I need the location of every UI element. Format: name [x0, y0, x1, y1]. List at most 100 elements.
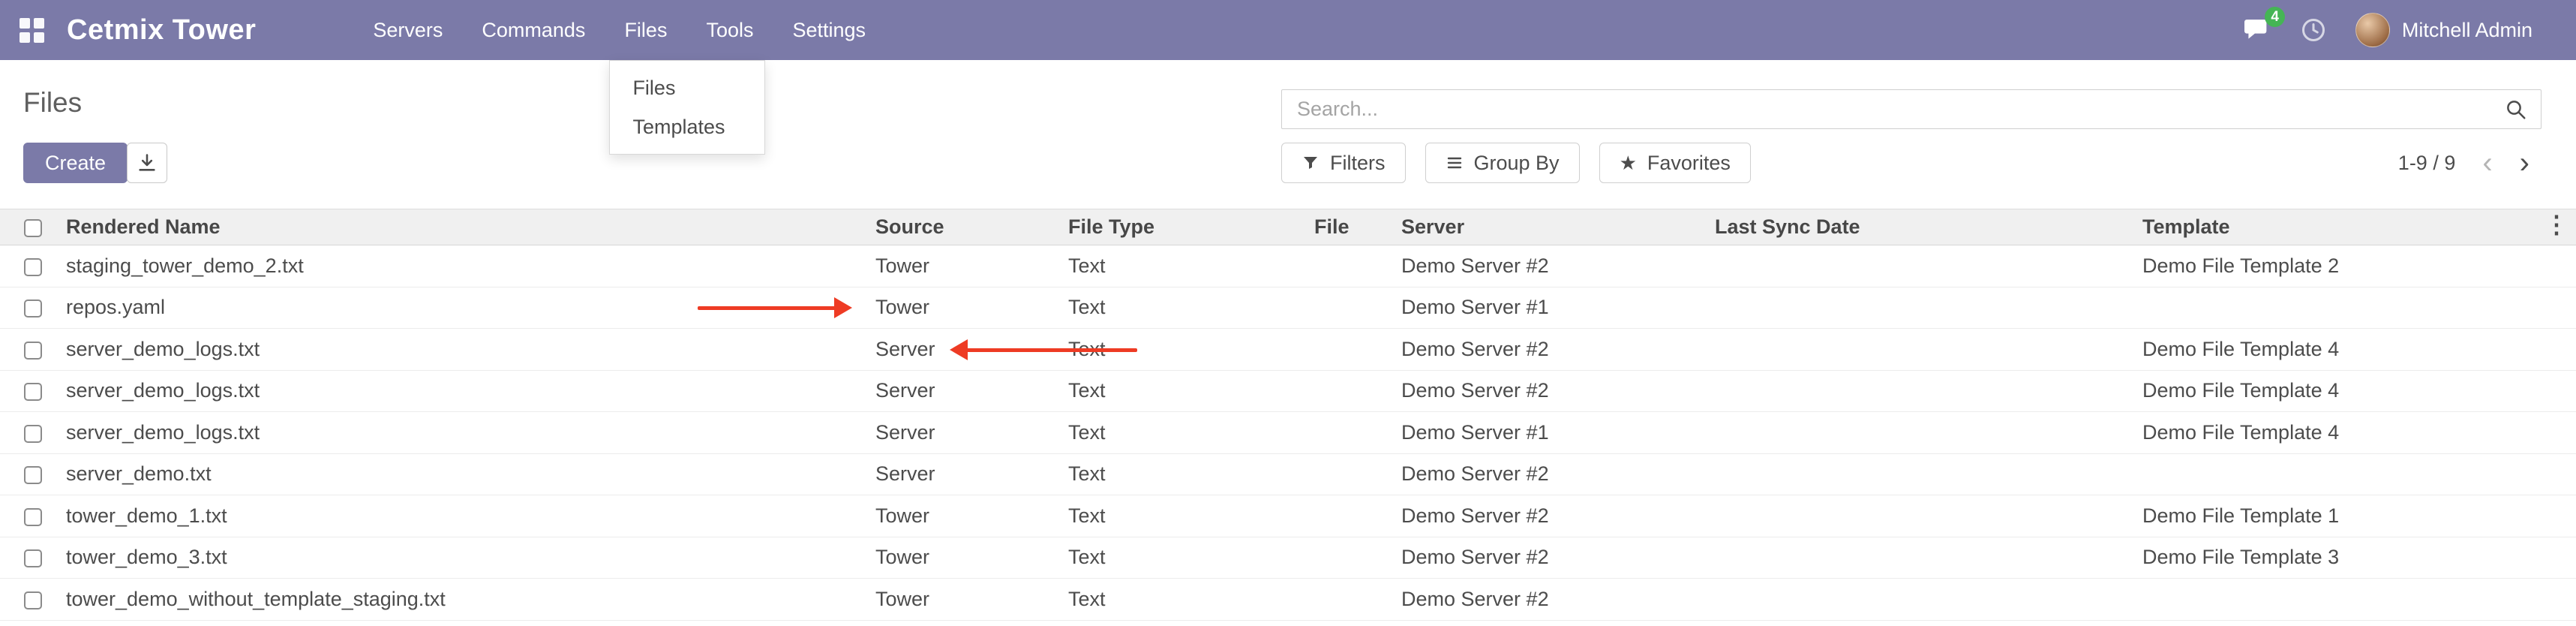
apps-grid-icon[interactable]: [20, 18, 44, 43]
cell-file-type[interactable]: Text: [1068, 537, 1314, 579]
table-row[interactable]: tower_demo_1.txtTowerTextDemo Server #2D…: [0, 495, 2576, 537]
row-checkbox[interactable]: [24, 299, 42, 318]
select-all-header[interactable]: [0, 209, 66, 245]
nav-menu-servers[interactable]: Servers: [368, 0, 447, 60]
row-checkbox[interactable]: [24, 425, 42, 443]
cell-source[interactable]: Server: [875, 370, 1068, 412]
row-select-cell[interactable]: [0, 537, 66, 579]
pager-next-button[interactable]: ›: [2520, 148, 2529, 178]
cell-template[interactable]: Demo File Template 4: [2142, 412, 2576, 454]
nav-menu-tools[interactable]: Tools: [701, 0, 758, 60]
cell-file[interactable]: [1314, 287, 1401, 329]
optional-columns-toggle-icon[interactable]: ⋮: [2544, 212, 2568, 236]
table-row[interactable]: server_demo_logs.txtServerTextDemo Serve…: [0, 370, 2576, 412]
cell-server[interactable]: Demo Server #2: [1401, 453, 1715, 495]
cell-server[interactable]: Demo Server #1: [1401, 412, 1715, 454]
cell-rendered-name[interactable]: tower_demo_3.txt: [66, 537, 875, 579]
cell-source[interactable]: Server: [875, 329, 1068, 371]
table-row[interactable]: repos.yamlTowerTextDemo Server #1: [0, 287, 2576, 329]
cell-template[interactable]: [2142, 579, 2576, 621]
dropdown-item-files[interactable]: Files: [610, 68, 764, 107]
cell-source[interactable]: Tower: [875, 245, 1068, 287]
select-all-checkbox[interactable]: [24, 219, 42, 237]
search-button[interactable]: [2505, 98, 2541, 121]
row-checkbox[interactable]: [24, 466, 42, 484]
cell-file[interactable]: [1314, 329, 1401, 371]
cell-file-type[interactable]: Text: [1068, 329, 1314, 371]
nav-menu-commands[interactable]: Commands: [477, 0, 590, 60]
row-checkbox[interactable]: [24, 383, 42, 401]
cell-template[interactable]: Demo File Template 3: [2142, 537, 2576, 579]
cell-file[interactable]: [1314, 370, 1401, 412]
filters-button[interactable]: Filters: [1281, 143, 1406, 183]
nav-menu-files[interactable]: Files Files Templates: [620, 0, 671, 60]
cell-last-sync-date[interactable]: [1715, 537, 2142, 579]
cell-template[interactable]: [2142, 453, 2576, 495]
row-select-cell[interactable]: [0, 370, 66, 412]
cell-server[interactable]: Demo Server #2: [1401, 329, 1715, 371]
cell-server[interactable]: Demo Server #2: [1401, 245, 1715, 287]
app-brand[interactable]: Cetmix Tower: [67, 14, 256, 47]
cell-file-type[interactable]: Text: [1068, 287, 1314, 329]
cell-rendered-name[interactable]: tower_demo_without_template_staging.txt: [66, 579, 875, 621]
dropdown-item-templates[interactable]: Templates: [610, 107, 764, 146]
favorites-button[interactable]: ★ Favorites: [1599, 143, 1751, 183]
cell-file-type[interactable]: Text: [1068, 453, 1314, 495]
cell-rendered-name[interactable]: server_demo_logs.txt: [66, 370, 875, 412]
cell-rendered-name[interactable]: server_demo_logs.txt: [66, 412, 875, 454]
cell-rendered-name[interactable]: server_demo.txt: [66, 453, 875, 495]
cell-rendered-name[interactable]: tower_demo_1.txt: [66, 495, 875, 537]
cell-file-type[interactable]: Text: [1068, 245, 1314, 287]
cell-source[interactable]: Tower: [875, 579, 1068, 621]
messages-button[interactable]: 4: [2243, 17, 2271, 43]
cell-template[interactable]: Demo File Template 4: [2142, 370, 2576, 412]
activity-button[interactable]: [2300, 17, 2327, 44]
cell-template[interactable]: Demo File Template 1: [2142, 495, 2576, 537]
cell-file[interactable]: [1314, 537, 1401, 579]
cell-rendered-name[interactable]: server_demo_logs.txt: [66, 329, 875, 371]
cell-server[interactable]: Demo Server #2: [1401, 370, 1715, 412]
cell-last-sync-date[interactable]: [1715, 329, 2142, 371]
cell-server[interactable]: Demo Server #2: [1401, 495, 1715, 537]
cell-file[interactable]: [1314, 495, 1401, 537]
column-header-file-type[interactable]: File Type: [1068, 209, 1314, 245]
table-row[interactable]: tower_demo_3.txtTowerTextDemo Server #2D…: [0, 537, 2576, 579]
row-checkbox[interactable]: [24, 591, 42, 609]
cell-template[interactable]: Demo File Template 4: [2142, 329, 2576, 371]
cell-template[interactable]: Demo File Template 2: [2142, 245, 2576, 287]
column-header-last-sync-date[interactable]: Last Sync Date: [1715, 209, 2142, 245]
create-button[interactable]: Create: [23, 143, 128, 183]
column-header-rendered-name[interactable]: Rendered Name: [66, 209, 875, 245]
user-menu[interactable]: Mitchell Admin: [2355, 13, 2532, 47]
cell-source[interactable]: Server: [875, 453, 1068, 495]
cell-server[interactable]: Demo Server #2: [1401, 579, 1715, 621]
pager-previous-button[interactable]: ‹: [2482, 148, 2492, 178]
column-header-template[interactable]: Template: [2142, 209, 2576, 245]
cell-last-sync-date[interactable]: [1715, 412, 2142, 454]
cell-file[interactable]: [1314, 412, 1401, 454]
row-select-cell[interactable]: [0, 245, 66, 287]
cell-rendered-name[interactable]: repos.yaml: [66, 287, 875, 329]
cell-source[interactable]: Tower: [875, 287, 1068, 329]
table-row[interactable]: server_demo_logs.txtServerText Demo Serve…: [0, 329, 2576, 371]
row-select-cell[interactable]: [0, 495, 66, 537]
cell-file[interactable]: [1314, 245, 1401, 287]
search-input[interactable]: [1282, 98, 2505, 121]
row-checkbox[interactable]: [24, 342, 42, 360]
row-select-cell[interactable]: [0, 453, 66, 495]
cell-last-sync-date[interactable]: [1715, 287, 2142, 329]
cell-file[interactable]: [1314, 453, 1401, 495]
row-select-cell[interactable]: [0, 412, 66, 454]
nav-menu-settings[interactable]: Settings: [788, 0, 870, 60]
table-row[interactable]: server_demo.txtServerText Demo Server #2: [0, 453, 2576, 495]
table-row[interactable]: server_demo_logs.txtServerText Demo Serve…: [0, 412, 2576, 454]
column-header-file[interactable]: File: [1314, 209, 1401, 245]
row-select-cell[interactable]: [0, 579, 66, 621]
row-select-cell[interactable]: [0, 329, 66, 371]
cell-file-type[interactable]: Text: [1068, 412, 1314, 454]
row-select-cell[interactable]: [0, 287, 66, 329]
row-checkbox[interactable]: [24, 258, 42, 276]
group-by-button[interactable]: Group By: [1425, 143, 1580, 183]
table-row[interactable]: tower_demo_without_template_staging.txtT…: [0, 579, 2576, 621]
cell-source[interactable]: Server: [875, 412, 1068, 454]
